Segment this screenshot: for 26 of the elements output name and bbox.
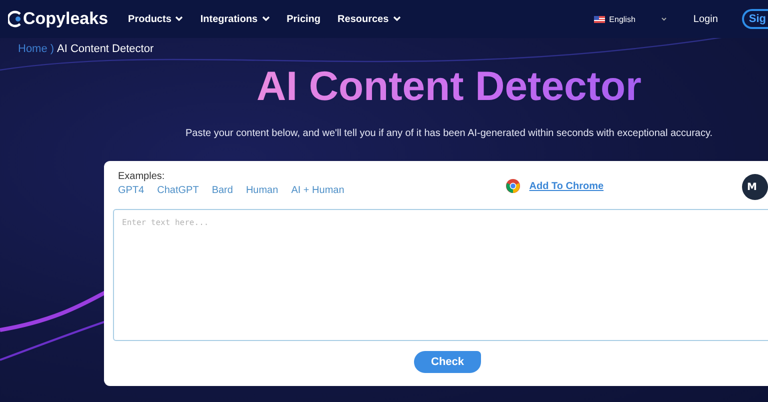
example-link[interactable]: Bard: [212, 185, 233, 196]
chrome-icon: [506, 179, 520, 193]
logo-icon: [8, 10, 22, 28]
flag-icon: [594, 16, 606, 22]
example-link[interactable]: GPT4: [118, 185, 144, 196]
breadcrumb-current: AI Content Detector: [57, 43, 154, 55]
text-input-field[interactable]: Enter text here...: [113, 209, 768, 341]
nav-menu-item[interactable]: Pricing: [286, 14, 321, 24]
breadcrumb-separator: ): [50, 43, 54, 55]
language-selector[interactable]: English: [609, 14, 636, 24]
example-link[interactable]: Human: [246, 185, 278, 196]
example-link[interactable]: AI + Human: [291, 185, 344, 196]
login-link[interactable]: Login: [693, 14, 718, 24]
breadcrumb-link[interactable]: Home: [18, 43, 48, 55]
add-to-chrome-link[interactable]: Add To Chrome: [529, 180, 604, 192]
logo-text[interactable]: Copyleaks: [23, 9, 108, 29]
nav-menu-item[interactable]: Resources: [338, 14, 401, 24]
nav-menu-item[interactable]: Integrations: [200, 14, 270, 24]
example-link[interactable]: ChatGPT: [157, 185, 199, 196]
nav-menu-item[interactable]: Products: [128, 14, 184, 24]
chevron-down-icon: [661, 17, 668, 21]
page-subtitle: Paste your content below, and we'll tell you if any of it has been AI-generated within seconds with exceptional accuracy.: [185, 128, 713, 139]
signup-button[interactable]: Sig: [742, 9, 768, 29]
user-avatar[interactable]: M: [742, 174, 768, 200]
examples-label: Examples:: [118, 171, 166, 182]
check-button[interactable]: Check: [414, 351, 482, 373]
